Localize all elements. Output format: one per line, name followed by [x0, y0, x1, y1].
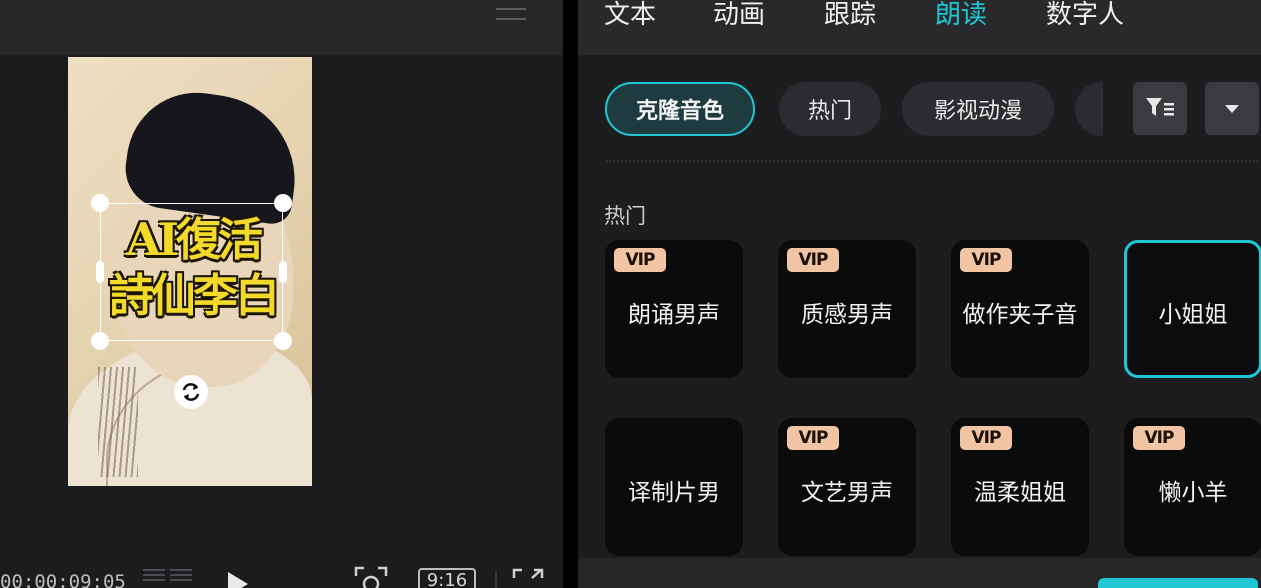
timeline-grid-icon[interactable] — [170, 567, 192, 581]
chip-film-anime[interactable]: 影视动漫 — [902, 82, 1054, 136]
fullscreen-icon[interactable] — [512, 566, 544, 588]
rotate-icon[interactable] — [174, 375, 208, 409]
chevron-down-icon — [1225, 105, 1239, 113]
voice-card[interactable]: 译制片男 — [605, 418, 743, 556]
play-icon[interactable] — [228, 572, 248, 588]
tab-bar: 文本 动画 跟踪 朗读 数字人 — [578, 0, 1261, 55]
tab-tracking[interactable]: 跟踪 — [824, 0, 876, 31]
apply-button[interactable] — [1098, 578, 1258, 588]
vip-badge: VIP — [787, 248, 839, 272]
voice-card[interactable]: VIP 质感男声 — [778, 240, 916, 378]
aspect-ratio-button[interactable]: 9:16 — [418, 568, 476, 588]
preview-header — [0, 0, 563, 55]
filter-button[interactable] — [1133, 82, 1187, 135]
voice-card-label: 朗诵男声 — [628, 302, 720, 328]
filter-icon — [1146, 98, 1174, 116]
preview-panel: AI復活 詩仙李白 00:00:09:05 9:16 — [0, 0, 563, 588]
resize-handle-left[interactable] — [96, 261, 104, 283]
dropdown-button[interactable] — [1205, 82, 1259, 135]
vip-badge: VIP — [787, 426, 839, 450]
panel-divider[interactable] — [563, 0, 578, 588]
section-title: 热门 — [604, 204, 646, 228]
resize-handle-top-right[interactable] — [274, 194, 292, 212]
voice-card-label: 译制片男 — [628, 480, 720, 506]
menu-icon[interactable] — [496, 4, 526, 24]
voice-card-label: 质感男声 — [801, 302, 893, 328]
voice-card[interactable]: VIP 懒小羊 — [1124, 418, 1261, 556]
vip-badge: VIP — [960, 248, 1012, 272]
voice-card-label: 做作夹子音 — [962, 302, 1078, 328]
vip-badge: VIP — [614, 248, 666, 272]
voice-card-label: 温柔姐姐 — [974, 480, 1066, 506]
vip-badge: VIP — [960, 426, 1012, 450]
voice-card[interactable]: VIP 做作夹子音 — [951, 240, 1089, 378]
voice-card-label: 懒小羊 — [1158, 480, 1228, 506]
voice-card[interactable]: VIP 温柔姐姐 — [951, 418, 1089, 556]
focus-icon[interactable] — [354, 566, 388, 588]
resize-handle-bottom-right[interactable] — [274, 332, 292, 350]
resize-handle-right[interactable] — [279, 261, 287, 283]
divider — [495, 572, 497, 588]
chip-popular[interactable]: 热门 — [779, 82, 881, 136]
voice-card-label: 小姐姐 — [1158, 302, 1228, 328]
tab-digital-human[interactable]: 数字人 — [1046, 0, 1124, 31]
tab-text[interactable]: 文本 — [604, 0, 656, 31]
text-selection-box[interactable] — [100, 203, 283, 341]
audio-panel: 文本 动画 跟踪 朗读 数字人 克隆音色 热门 影视动漫 热门 VIP 朗诵男声… — [578, 0, 1261, 588]
divider — [606, 152, 1258, 162]
voice-card[interactable]: VIP 朗诵男声 — [605, 240, 743, 378]
tab-animation[interactable]: 动画 — [713, 0, 765, 31]
timeline-grid-icon[interactable] — [143, 567, 165, 581]
vip-badge: VIP — [1133, 426, 1185, 450]
voice-card[interactable]: VIP 文艺男声 — [778, 418, 916, 556]
voice-card-label: 文艺男声 — [801, 480, 893, 506]
resize-handle-top-left[interactable] — [91, 194, 109, 212]
timecode: 00:00:09:05 — [0, 571, 126, 588]
resize-handle-bottom-left[interactable] — [91, 332, 109, 350]
tab-read-aloud[interactable]: 朗读 — [935, 0, 987, 31]
voice-card-selected[interactable]: 小姐姐 — [1124, 240, 1261, 378]
chip-clone-voice[interactable]: 克隆音色 — [605, 82, 755, 136]
